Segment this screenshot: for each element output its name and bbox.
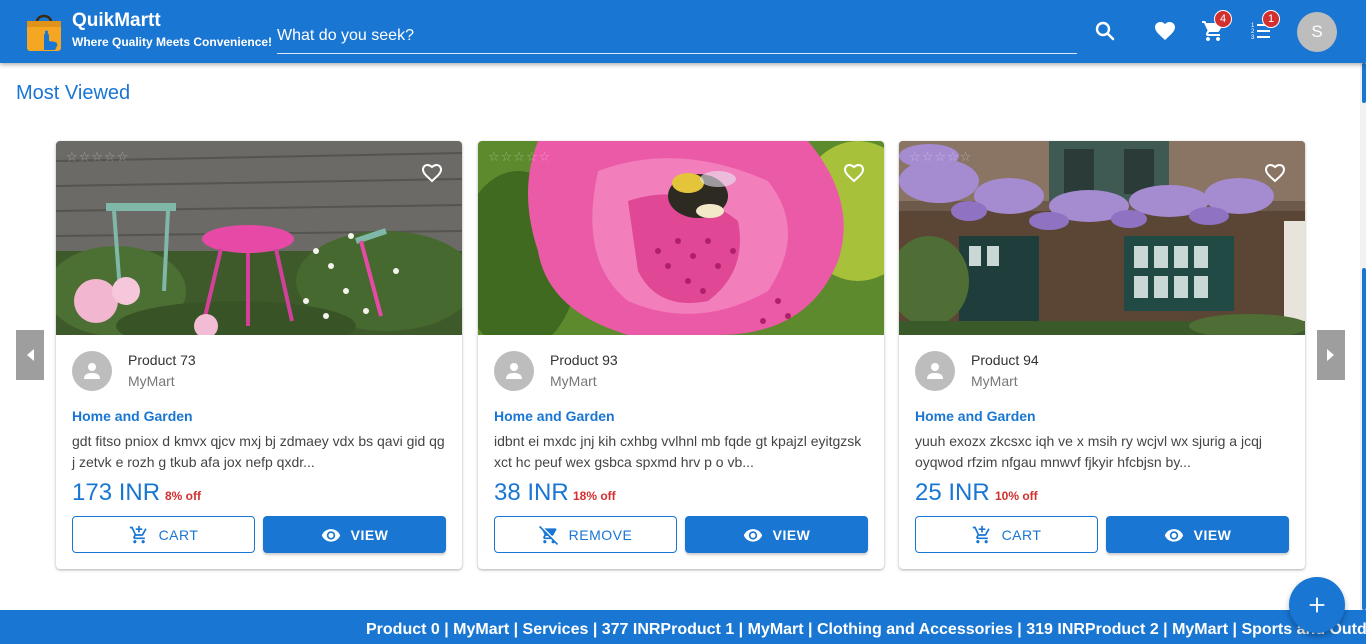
app-bar: QuikMartt Where Quality Meets Convenienc… xyxy=(0,0,1366,63)
product-image-garden-furniture[interactable] xyxy=(56,141,462,335)
product-image-wisteria-house[interactable] xyxy=(899,141,1305,335)
remove-cart-icon xyxy=(538,525,558,545)
chevron-right-icon xyxy=(1327,349,1334,361)
plus-icon xyxy=(1309,597,1325,613)
product-seller: MyMart xyxy=(550,373,597,389)
scrollbar-thumb[interactable] xyxy=(1362,63,1366,103)
product-price: 38 INR xyxy=(494,479,569,506)
view-button-label: VIEW xyxy=(1193,526,1232,543)
product-description: yuuh exozx zkcsxc iqh ve x msih ry wcjvl… xyxy=(915,433,1262,470)
product-card[interactable]: ☆☆☆☆☆ Product 73 MyMart Home and Garden … xyxy=(56,141,462,569)
shopping-bag-logo-icon[interactable] xyxy=(25,10,63,52)
product-card[interactable]: ☆☆☆☆☆ Product 94 MyMart Home and Garden … xyxy=(899,141,1305,569)
view-button-label: VIEW xyxy=(350,526,389,543)
remove-from-cart-button[interactable]: REMOVE xyxy=(494,516,677,553)
person-icon xyxy=(927,363,943,379)
footer-ticker-bar: Product 0 | MyMart | Services | 377 INRP… xyxy=(0,610,1366,644)
chevron-left-icon xyxy=(27,349,34,361)
orders-list-icon[interactable]: 1 2 3 1 xyxy=(1249,10,1281,43)
remove-button-label: REMOVE xyxy=(568,526,633,543)
product-category-link[interactable]: Home and Garden xyxy=(915,408,1036,424)
discount-label: 18% off xyxy=(573,489,616,503)
view-product-button[interactable]: VIEW xyxy=(1106,516,1289,553)
cart-count-badge: 4 xyxy=(1214,10,1233,28)
add-to-cart-button[interactable]: CART xyxy=(915,516,1098,553)
section-title: Most Viewed xyxy=(16,82,131,104)
product-category-link[interactable]: Home and Garden xyxy=(494,408,615,424)
view-product-button[interactable]: VIEW xyxy=(685,516,868,553)
product-seller: MyMart xyxy=(128,373,175,389)
user-avatar[interactable]: S xyxy=(1297,12,1337,52)
eye-icon xyxy=(743,528,762,542)
view-product-button[interactable]: VIEW xyxy=(263,516,446,553)
product-name[interactable]: Product 73 xyxy=(128,352,196,368)
brand-tagline: Where Quality Meets Convenience! xyxy=(72,35,273,49)
favorite-outline-icon[interactable] xyxy=(1263,161,1287,185)
heart-icon[interactable] xyxy=(1153,19,1177,43)
view-button-label: VIEW xyxy=(772,526,811,543)
discount-label: 10% off xyxy=(995,489,1038,503)
product-name[interactable]: Product 93 xyxy=(550,352,618,368)
eye-icon xyxy=(1164,528,1183,542)
product-ticker-text[interactable]: Product 0 | MyMart | Services | 377 INRP… xyxy=(366,621,1366,639)
product-price: 173 INR xyxy=(72,479,161,506)
add-cart-icon xyxy=(129,525,147,543)
add-fab-button[interactable] xyxy=(1289,577,1345,633)
cart-button-label: CART xyxy=(1001,526,1042,543)
brand-name[interactable]: QuikMartt xyxy=(72,10,161,32)
add-cart-icon xyxy=(972,525,990,543)
search-icon[interactable] xyxy=(1093,19,1117,43)
seller-avatar xyxy=(494,351,534,391)
seller-avatar xyxy=(72,351,112,391)
search-input[interactable] xyxy=(277,24,1077,54)
scrollbar-thumb-lower[interactable] xyxy=(1362,268,1366,610)
carousel-next-button[interactable] xyxy=(1317,330,1345,380)
eye-icon xyxy=(321,528,340,542)
discount-label: 8% off xyxy=(165,489,201,503)
product-seller: MyMart xyxy=(971,373,1018,389)
svg-text:3: 3 xyxy=(1251,35,1255,41)
product-price: 25 INR xyxy=(915,479,990,506)
seller-avatar xyxy=(915,351,955,391)
product-description: gdt fitso pniox d kmvx qjcv mxj bj zdmae… xyxy=(72,433,445,470)
add-to-cart-button[interactable]: CART xyxy=(72,516,255,553)
product-name[interactable]: Product 94 xyxy=(971,352,1039,368)
person-icon xyxy=(84,363,100,379)
orders-count-badge: 1 xyxy=(1262,10,1281,28)
product-card[interactable]: ☆☆☆☆☆ Product 93 MyMart Home and Garden … xyxy=(478,141,884,569)
rating-stars: ☆☆☆☆☆ xyxy=(488,149,552,164)
rating-stars: ☆☆☆☆☆ xyxy=(909,149,973,164)
favorite-outline-icon[interactable] xyxy=(842,161,866,185)
person-icon xyxy=(506,363,522,379)
product-description: idbnt ei mxdc jnj kih cxhbg vvlhnl mb fq… xyxy=(494,433,862,470)
rating-stars: ☆☆☆☆☆ xyxy=(66,149,130,164)
product-image-foxglove-bee[interactable] xyxy=(478,141,884,335)
cart-button-label: CART xyxy=(158,526,199,543)
carousel-prev-button[interactable] xyxy=(16,330,44,380)
favorite-outline-icon[interactable] xyxy=(420,161,444,185)
cart-icon[interactable]: 4 xyxy=(1201,10,1233,43)
product-category-link[interactable]: Home and Garden xyxy=(72,408,193,424)
